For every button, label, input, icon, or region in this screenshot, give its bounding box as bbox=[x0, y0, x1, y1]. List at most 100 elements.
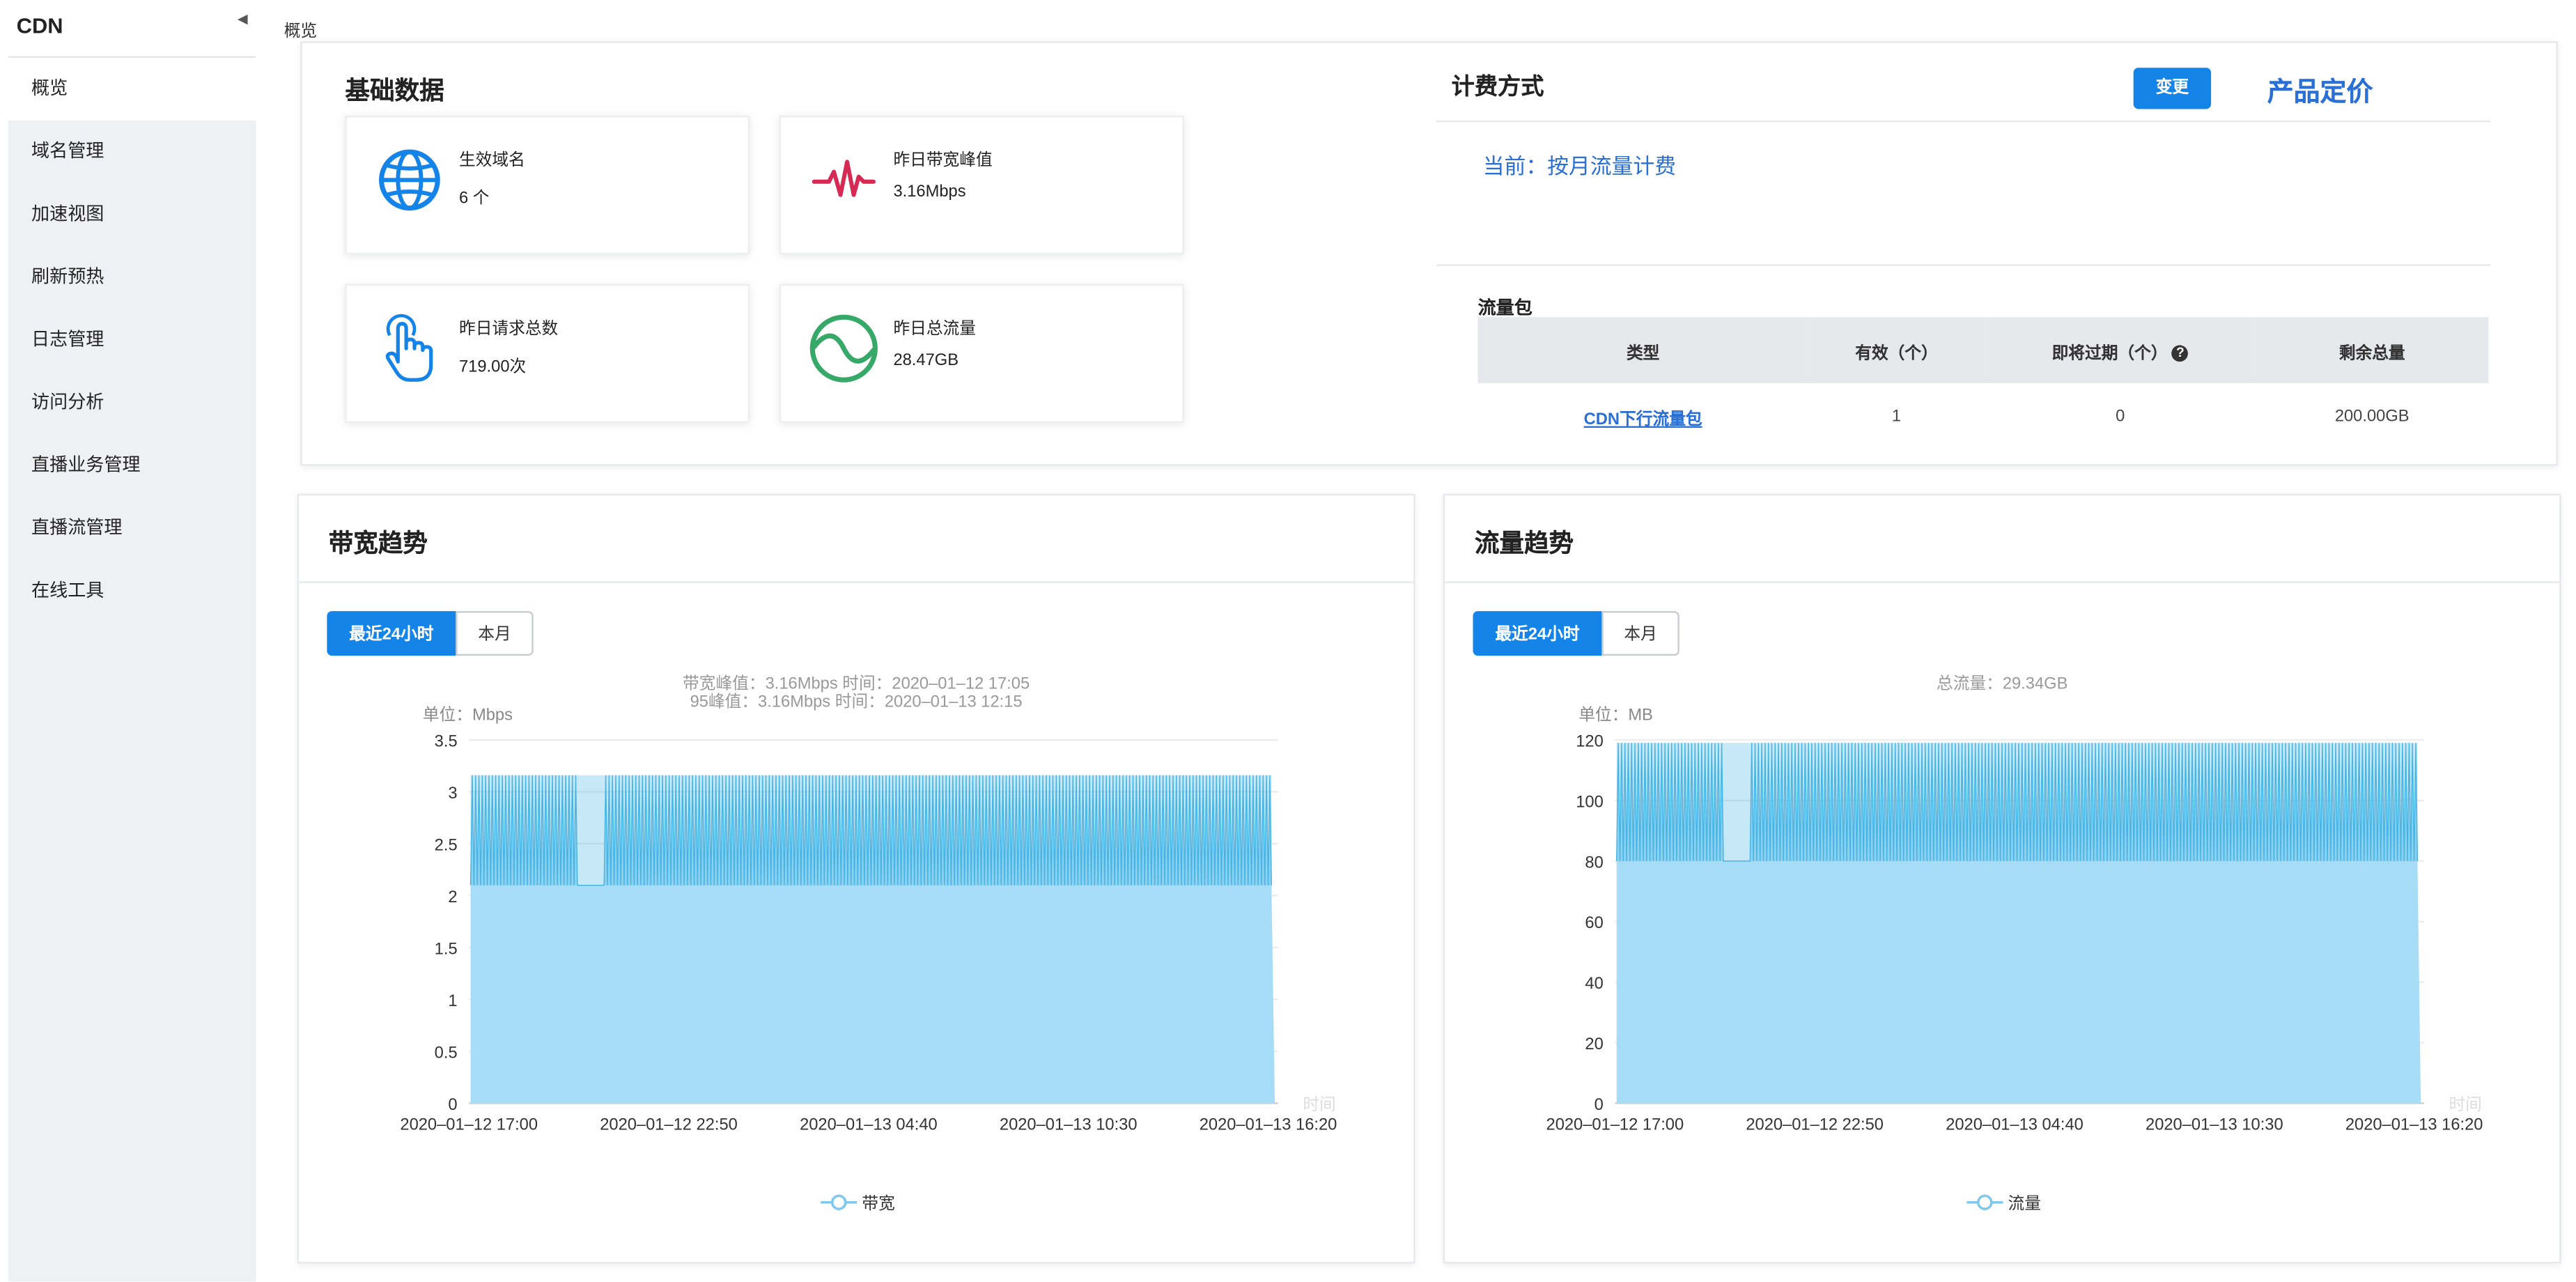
column-header-label: 即将过期（个） bbox=[2051, 344, 2168, 363]
package-table: 类型 有效（个） 即将过期（个） ? 剩余总量 CDN下行流量包 1 0 200… bbox=[1477, 317, 2489, 449]
x-tick-label: 2020–01–12 17:00 bbox=[1546, 1115, 1684, 1134]
chart-annotation: 95峰值：3.16Mbps 时间：2020–01–13 12:15 bbox=[690, 693, 1023, 712]
stat-card-domains: 生效域名 6 个 bbox=[345, 115, 750, 255]
x-tick-label: 2020–01–12 17:00 bbox=[400, 1115, 538, 1134]
table-cell: 200.00GB bbox=[2334, 407, 2410, 426]
stat-label: 昨日请求总数 bbox=[458, 320, 559, 339]
table-cell: 1 bbox=[1891, 407, 1902, 426]
x-tick-label: 2020–01–12 22:50 bbox=[600, 1115, 738, 1134]
bandwidth-chart: 0 0.5 1 1.5 2 2.5 3 3.5 2020–01–12 17:00 2020–01–… bbox=[400, 732, 1337, 1134]
bandwidth-title: 带宽趋势 bbox=[328, 530, 428, 559]
wave-circle-icon bbox=[809, 314, 878, 383]
x-axis-label: 时间 bbox=[2449, 1095, 2481, 1114]
traffic-range-tabs: 最近24小时 本月 bbox=[1473, 611, 1679, 656]
sidebar-item[interactable]: 域名管理 bbox=[8, 121, 256, 183]
help-icon[interactable]: ? bbox=[2172, 345, 2189, 362]
sidebar-item[interactable]: 访问分析 bbox=[8, 371, 256, 434]
y-tick-label: 3 bbox=[448, 785, 457, 803]
traffic-card: 流量趋势 最近24小时 本月 总流量：29.34GB 单位：MB 0 20 40 60… bbox=[1443, 493, 2561, 1264]
legend-label: 流量 bbox=[2008, 1196, 2041, 1214]
column-header: 有效（个） bbox=[1808, 317, 1985, 383]
stat-card-peak-bandwidth: 昨日带宽峰值 3.16Mbps bbox=[779, 115, 1184, 255]
sidebar-header: CDN ◀ bbox=[8, 0, 256, 58]
sidebar-item[interactable]: 直播业务管理 bbox=[8, 434, 256, 497]
chart-annotation: 带宽峰值：3.16Mbps 时间：2020–01–12 17:05 bbox=[683, 675, 1030, 694]
tap-hand-icon bbox=[385, 314, 433, 382]
y-tick-label: 2.5 bbox=[435, 836, 458, 854]
y-tick-label: 1.5 bbox=[435, 940, 458, 958]
sidebar-item[interactable]: 概览 bbox=[8, 57, 256, 121]
billing-title: 计费方式 bbox=[1451, 72, 1544, 100]
oscillation-band bbox=[1616, 743, 2418, 861]
legend-marker-icon bbox=[1966, 1194, 2003, 1210]
change-billing-button[interactable]: 变更 bbox=[2133, 68, 2212, 109]
legend-label: 带宽 bbox=[862, 1196, 895, 1214]
y-tick-label: 0.5 bbox=[435, 1044, 458, 1062]
table-cell: CDN下行流量包 bbox=[1478, 383, 1808, 449]
x-tick-label: 2020–01–13 10:30 bbox=[1000, 1115, 1138, 1134]
bandwidth-range-tabs: 最近24小时 本月 bbox=[327, 611, 534, 656]
chart-annotation: 总流量：29.34GB bbox=[1937, 675, 2068, 694]
stat-card-traffic: 昨日总流量 28.47GB bbox=[779, 284, 1184, 423]
x-tick-label: 2020–01–13 16:20 bbox=[1200, 1115, 1337, 1134]
y-tick-label: 20 bbox=[1585, 1035, 1603, 1053]
y-tick-label: 40 bbox=[1585, 975, 1603, 993]
sidebar-item[interactable]: 加速视图 bbox=[8, 183, 256, 246]
chart-unit-label: 单位：Mbps bbox=[422, 706, 513, 725]
collapse-arrow-icon[interactable]: ◀ bbox=[238, 12, 248, 26]
tab-this-month[interactable]: 本月 bbox=[456, 611, 534, 656]
globe-icon bbox=[379, 149, 440, 211]
stat-label: 昨日总流量 bbox=[893, 320, 976, 339]
y-tick-label: 0 bbox=[448, 1096, 457, 1114]
product-title: CDN bbox=[16, 13, 63, 38]
traffic-chart: 0 20 40 60 80 100 120 2020–01–12 17:00 2020–01–1… bbox=[1546, 732, 2483, 1134]
x-tick-label: 2020–01–13 04:40 bbox=[1946, 1115, 2084, 1134]
x-tick-label: 2020–01–12 22:50 bbox=[1746, 1115, 1884, 1134]
current-billing-text: 当前：按月流量计费 bbox=[1482, 153, 1677, 179]
stat-label: 生效域名 bbox=[458, 152, 525, 171]
y-tick-label: 80 bbox=[1585, 854, 1603, 872]
tab-last-24h[interactable]: 最近24小时 bbox=[1473, 611, 1602, 656]
traffic-title: 流量趋势 bbox=[1474, 530, 1574, 559]
sidebar-item[interactable]: 刷新预热 bbox=[8, 246, 256, 309]
sidebar-item[interactable]: 直播流管理 bbox=[8, 497, 256, 560]
divider bbox=[1436, 121, 2490, 123]
stat-value: 28.47GB bbox=[893, 351, 959, 370]
sidebar-item[interactable]: 在线工具 bbox=[8, 560, 256, 623]
stat-value: 3.16Mbps bbox=[893, 183, 966, 202]
product-pricing-link[interactable]: 产品定价 bbox=[2267, 70, 2373, 109]
basic-data-title: 基础数据 bbox=[345, 77, 444, 106]
bandwidth-card: 带宽趋势 最近24小时 本月 带宽峰值：3.16Mbps 时间：2020–01–… bbox=[297, 493, 1415, 1264]
chart-unit-label: 单位：MB bbox=[1578, 706, 1653, 725]
y-tick-label: 60 bbox=[1585, 914, 1603, 932]
y-tick-label: 0 bbox=[1595, 1096, 1604, 1114]
pulse-icon bbox=[812, 160, 876, 197]
oscillation-band bbox=[470, 775, 1272, 886]
y-tick-label: 2 bbox=[448, 888, 457, 906]
column-header: 类型 bbox=[1477, 317, 1808, 383]
overview-card: 基础数据 生效域名 6 个 昨日带宽峰值 3.16Mbps 昨日请求总数 719… bbox=[300, 41, 2558, 466]
chart-legend[interactable]: 流量 bbox=[1966, 1189, 2041, 1214]
x-tick-label: 2020–01–13 10:30 bbox=[2146, 1115, 2283, 1134]
x-tick-label: 2020–01–13 16:20 bbox=[2345, 1115, 2483, 1134]
column-header: 剩余总量 bbox=[2256, 317, 2489, 383]
divider bbox=[1436, 264, 2490, 266]
legend-marker-icon bbox=[821, 1194, 858, 1210]
column-header: 即将过期（个） ? bbox=[1985, 317, 2256, 383]
y-tick-label: 120 bbox=[1576, 732, 1604, 750]
tab-this-month[interactable]: 本月 bbox=[1601, 611, 1679, 656]
table-row: CDN下行流量包 1 0 200.00GB bbox=[1478, 383, 2489, 449]
divider bbox=[1445, 581, 2560, 583]
x-axis-label: 时间 bbox=[1303, 1095, 1335, 1114]
stat-label: 昨日带宽峰值 bbox=[893, 152, 993, 171]
table-header-row: 类型 有效（个） 即将过期（个） ? 剩余总量 bbox=[1477, 317, 2489, 383]
table-cell: 0 bbox=[2116, 407, 2125, 426]
tab-last-24h[interactable]: 最近24小时 bbox=[327, 611, 456, 656]
stat-value: 6 个 bbox=[458, 190, 490, 208]
package-type-link[interactable]: CDN下行流量包 bbox=[1584, 410, 1702, 428]
chart-legend[interactable]: 带宽 bbox=[821, 1189, 895, 1214]
sidebar-item[interactable]: 日志管理 bbox=[8, 309, 256, 371]
breadcrumb: 概览 bbox=[284, 23, 318, 42]
stat-card-requests: 昨日请求总数 719.00次 bbox=[345, 284, 750, 423]
y-tick-label: 3.5 bbox=[435, 732, 458, 750]
